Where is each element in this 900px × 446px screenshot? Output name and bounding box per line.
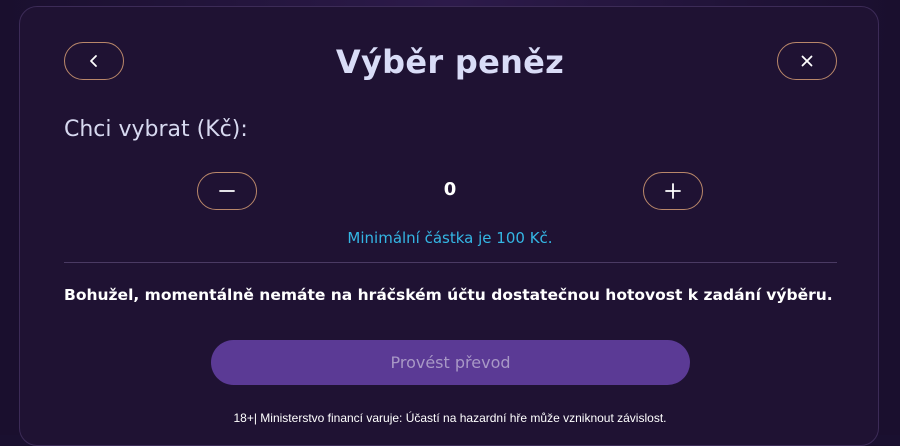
- dialog-title: Výběr peněz: [335, 43, 565, 81]
- amount-label: Chci vybrat (Kč):: [64, 117, 248, 142]
- close-button[interactable]: [777, 42, 837, 80]
- minus-icon: [219, 183, 235, 199]
- gambling-warning: 18+| Ministerstvo financí varuje: Účastí…: [233, 411, 667, 425]
- amount-value[interactable]: 0: [350, 179, 550, 200]
- withdrawal-dialog: Výběr peněz Chci vybrat (Kč): 0 Minimáln…: [19, 6, 879, 446]
- submit-transfer-button[interactable]: Provést převod: [211, 340, 690, 385]
- increment-button[interactable]: [643, 172, 703, 210]
- insufficient-funds-message: Bohužel, momentálně nemáte na hráčském ú…: [64, 286, 833, 304]
- close-icon: [800, 54, 814, 68]
- decrement-button[interactable]: [197, 172, 257, 210]
- minimum-amount-hint: Minimální částka je 100 Kč.: [347, 229, 553, 247]
- divider: [64, 262, 837, 263]
- plus-icon: [665, 183, 681, 199]
